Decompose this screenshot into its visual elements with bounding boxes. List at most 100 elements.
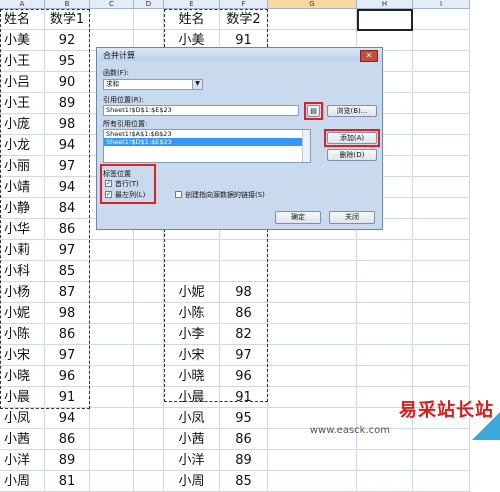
sheet-cell[interactable]	[268, 387, 357, 408]
sheet-cell[interactable]: 86	[220, 303, 268, 324]
sheet-cell[interactable]	[90, 471, 134, 492]
sheet-cell[interactable]	[134, 261, 164, 282]
sheet-cell[interactable]	[90, 450, 134, 471]
list-item[interactable]: Sheet1!$A$1:$B$23	[104, 130, 310, 138]
sheet-cell[interactable]	[134, 345, 164, 366]
sheet-cell[interactable]: 小科	[0, 261, 45, 282]
column-header-a[interactable]: A	[0, 0, 45, 9]
sheet-cell[interactable]: 85	[220, 471, 268, 492]
sheet-cell[interactable]: 91	[45, 387, 90, 408]
sheet-cell[interactable]: 小妮	[164, 282, 220, 303]
sheet-cell[interactable]: 98	[45, 303, 90, 324]
sheet-cell[interactable]	[134, 408, 164, 429]
list-item-selected[interactable]: Sheet1!$D$1:$E$23	[104, 138, 310, 146]
sheet-cell[interactable]	[268, 366, 357, 387]
sheet-cell[interactable]	[164, 240, 220, 261]
sheet-cell[interactable]	[90, 324, 134, 345]
active-cell[interactable]	[357, 9, 413, 31]
sheet-cell[interactable]	[413, 114, 470, 135]
sheet-cell[interactable]: 小陈	[0, 324, 45, 345]
sheet-cell[interactable]	[134, 9, 164, 30]
sheet-cell[interactable]	[413, 324, 470, 345]
sheet-cell[interactable]: 数学1	[45, 9, 90, 30]
sheet-cell[interactable]	[90, 9, 134, 30]
sheet-cell[interactable]: 小洋	[0, 450, 45, 471]
sheet-cell[interactable]: 94	[45, 177, 90, 198]
sheet-cell[interactable]: 89	[45, 450, 90, 471]
sheet-cell[interactable]	[268, 324, 357, 345]
sheet-cell[interactable]: 91	[220, 387, 268, 408]
sheet-cell[interactable]	[134, 450, 164, 471]
sheet-cell[interactable]	[357, 282, 413, 303]
sheet-cell[interactable]	[413, 366, 470, 387]
sheet-cell[interactable]	[90, 282, 134, 303]
column-header-g[interactable]: G	[268, 0, 357, 9]
collapse-dialog-icon[interactable]: ▤	[307, 105, 320, 117]
column-header-e[interactable]: E	[164, 0, 220, 9]
column-header-d[interactable]: D	[134, 0, 164, 9]
sheet-cell[interactable]	[268, 282, 357, 303]
sheet-cell[interactable]	[90, 387, 134, 408]
sheet-cell[interactable]: 姓名	[164, 9, 220, 30]
link-source-checkbox[interactable]	[175, 191, 182, 198]
sheet-cell[interactable]	[268, 303, 357, 324]
sheet-cell[interactable]	[90, 345, 134, 366]
sheet-cell[interactable]	[134, 282, 164, 303]
sheet-cell[interactable]	[413, 198, 470, 219]
sheet-cell[interactable]: 小陈	[164, 303, 220, 324]
sheet-cell[interactable]	[134, 303, 164, 324]
sheet-cell[interactable]	[220, 261, 268, 282]
sheet-cell[interactable]: 97	[45, 156, 90, 177]
ref-input[interactable]: Sheet1!$D$1:$E$23	[103, 105, 299, 116]
sheet-cell[interactable]: 小王	[0, 51, 45, 72]
browse-button[interactable]: 浏览(B)...	[327, 105, 377, 117]
sheet-cell[interactable]: 小美	[0, 30, 45, 51]
sheet-cell[interactable]	[413, 282, 470, 303]
sheet-cell[interactable]: 90	[45, 72, 90, 93]
sheet-cell[interactable]: 小凤	[0, 408, 45, 429]
sheet-cell[interactable]	[134, 387, 164, 408]
sheet-cell[interactable]: 小王	[0, 93, 45, 114]
sheet-cell[interactable]: 82	[220, 324, 268, 345]
sheet-cell[interactable]	[357, 261, 413, 282]
sheet-cell[interactable]: 89	[45, 93, 90, 114]
sheet-cell[interactable]: 小杨	[0, 282, 45, 303]
sheet-cell[interactable]: 85	[45, 261, 90, 282]
sheet-cell[interactable]: 87	[45, 282, 90, 303]
sheet-cell[interactable]	[268, 450, 357, 471]
sheet-cell[interactable]	[413, 471, 470, 492]
sheet-cell[interactable]	[134, 324, 164, 345]
add-button[interactable]: 添加(A)	[327, 132, 377, 144]
sheet-cell[interactable]: 小晨	[0, 387, 45, 408]
sheet-cell[interactable]	[90, 366, 134, 387]
sheet-cell[interactable]: 92	[45, 30, 90, 51]
sheet-cell[interactable]: 96	[45, 366, 90, 387]
top-row-checkbox[interactable]: ✓	[105, 180, 112, 187]
left-column-checkbox[interactable]: ✓	[105, 191, 112, 198]
sheet-cell[interactable]: 小周	[164, 471, 220, 492]
sheet-cell[interactable]: 86	[45, 219, 90, 240]
sheet-cell[interactable]	[413, 135, 470, 156]
sheet-cell[interactable]	[413, 303, 470, 324]
sheet-cell[interactable]: 94	[45, 135, 90, 156]
function-select[interactable]: 求和 ▼	[103, 79, 203, 90]
sheet-cell[interactable]	[90, 408, 134, 429]
dialog-titlebar[interactable]	[97, 48, 382, 61]
sheet-cell[interactable]: 小周	[0, 471, 45, 492]
ok-button[interactable]: 确定	[275, 211, 321, 224]
column-header-c[interactable]: C	[90, 0, 134, 9]
all-refs-list[interactable]: Sheet1!$A$1:$B$23 Sheet1!$D$1:$E$23	[103, 129, 311, 163]
sheet-cell[interactable]	[413, 345, 470, 366]
sheet-cell[interactable]: 84	[45, 198, 90, 219]
sheet-cell[interactable]	[134, 471, 164, 492]
sheet-cell[interactable]	[413, 30, 470, 51]
sheet-cell[interactable]	[268, 9, 357, 30]
sheet-cell[interactable]: 97	[220, 345, 268, 366]
sheet-cell[interactable]	[134, 240, 164, 261]
sheet-cell[interactable]	[268, 261, 357, 282]
sheet-cell[interactable]: 81	[45, 471, 90, 492]
sheet-cell[interactable]	[413, 156, 470, 177]
sheet-cell[interactable]	[357, 303, 413, 324]
sheet-cell[interactable]: 86	[45, 324, 90, 345]
sheet-cell[interactable]	[413, 450, 470, 471]
